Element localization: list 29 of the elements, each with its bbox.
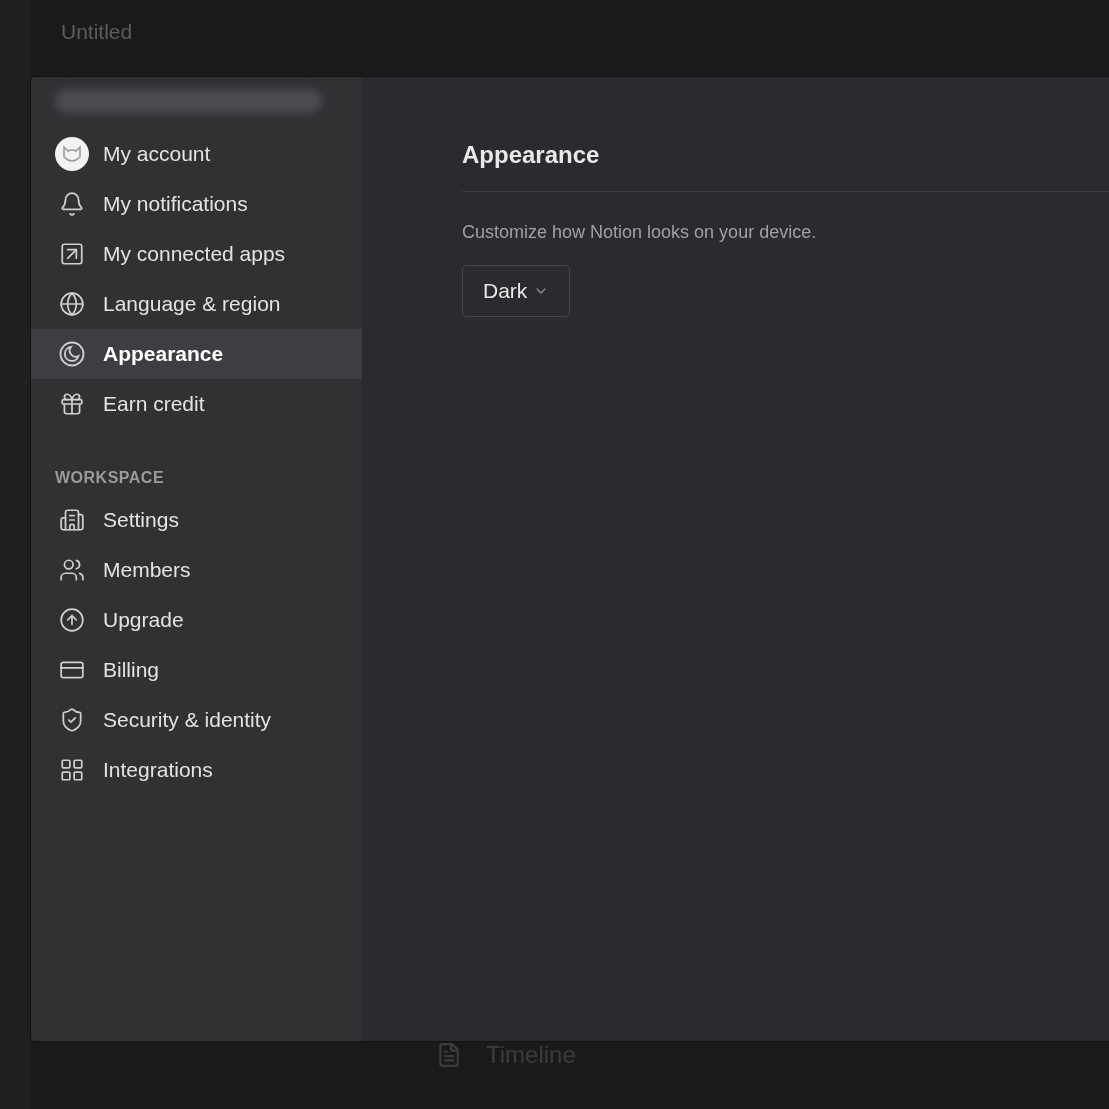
sidebar-item[interactable]: My connected apps xyxy=(31,229,362,279)
sidebar-item[interactable]: Upgrade xyxy=(31,595,362,645)
gift-icon xyxy=(59,391,85,417)
sidebar-item[interactable]: Settings xyxy=(31,495,362,545)
sidebar-item[interactable]: Members xyxy=(31,545,362,595)
sidebar-item[interactable]: My account xyxy=(31,129,362,179)
avatar-icon xyxy=(55,137,89,171)
arrow-square-icon xyxy=(59,241,85,267)
sidebar-item[interactable]: Billing xyxy=(31,645,362,695)
theme-dropdown[interactable]: Dark xyxy=(462,265,571,317)
description-text: Customize how Notion looks on your device. xyxy=(462,222,817,243)
bell-icon xyxy=(59,191,85,217)
sidebar-item[interactable]: Appearance xyxy=(31,329,362,379)
document-icon xyxy=(436,1042,462,1068)
sidebar-item[interactable]: Earn credit xyxy=(31,379,362,429)
sidebar-item[interactable]: Security & identity xyxy=(31,695,362,745)
section-heading: WORKSPACE xyxy=(54,468,166,488)
building-icon xyxy=(59,507,85,533)
section-title: Appearance xyxy=(462,141,600,169)
grid-icon xyxy=(59,757,85,783)
people-icon xyxy=(59,557,85,583)
sidebar-item[interactable]: My notifications xyxy=(31,179,362,229)
sidebar-item[interactable]: Integrations xyxy=(31,745,362,795)
arrow-up-circle-icon xyxy=(59,607,85,633)
globe-icon xyxy=(59,291,85,317)
moon-icon xyxy=(59,341,85,367)
shield-icon xyxy=(59,707,85,733)
page-title: Untitled xyxy=(61,20,133,44)
sidebar-item[interactable]: Language & region xyxy=(31,279,362,329)
